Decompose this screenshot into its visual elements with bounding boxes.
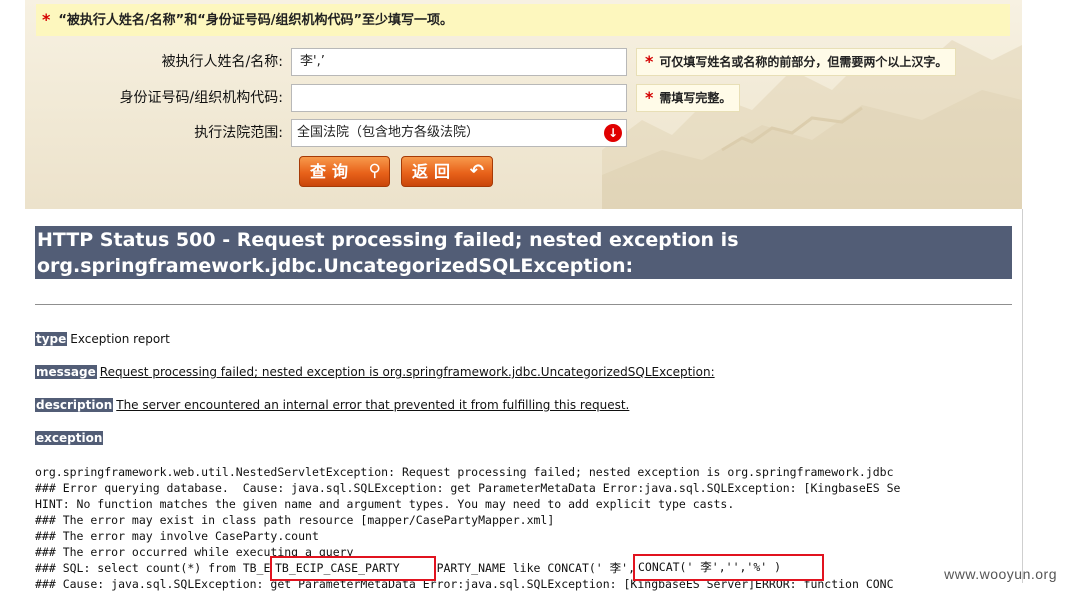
id-hint: * 需填写完整。 (636, 84, 741, 112)
required-star-icon: * (42, 10, 51, 29)
trace-line: HINT: No function matches the given name… (35, 497, 735, 511)
description-tag: description (35, 398, 114, 412)
back-button-label: 返回 (412, 162, 457, 181)
search-form-panel: * “被执行人姓名/名称”和“身份证号码/组织机构代码”至少填写一项。 被执行人姓… (25, 0, 1022, 209)
court-select-value: 全国法院（包含地方各级法院） (297, 125, 480, 140)
return-arrow-icon: ↶ (469, 161, 484, 181)
trace-line: ### The error occurred while executing a… (35, 545, 354, 559)
trace-line: org.springframework.web.util.NestedServl… (35, 465, 894, 479)
required-notice-bar: * “被执行人姓名/名称”和“身份证号码/组织机构代码”至少填写一项。 (36, 4, 1010, 36)
required-notice-text: “被执行人姓名/名称”和“身份证号码/组织机构代码”至少填写一项。 (58, 13, 454, 28)
trace-line: ### The error may involve CaseParty.coun… (35, 529, 319, 543)
required-star-icon: * (645, 52, 654, 71)
type-tag: type (35, 332, 68, 346)
message-row: message Request processing failed; nested… (35, 365, 715, 380)
watermark: www.wooyun.org (944, 566, 1057, 582)
name-hint-text: 可仅填写姓名或名称的前部分，但需要两个以上汉字。 (659, 55, 948, 69)
error-title: HTTP Status 500 - Request processing fai… (35, 226, 1012, 279)
exception-tag: exception (35, 431, 104, 445)
exception-row: exception (35, 431, 106, 446)
id-label: 身份证号码/组织机构代码: (119, 90, 283, 106)
stack-trace: org.springframework.web.util.NestedServl… (35, 464, 1025, 592)
id-input[interactable] (291, 84, 627, 112)
type-text: Exception report (70, 332, 170, 346)
required-star-icon: * (645, 88, 654, 107)
message-text: Request processing failed; nested except… (99, 365, 715, 379)
back-button[interactable]: 返回 ↶ (401, 156, 493, 187)
error-title-line-1: HTTP Status 500 - Request processing fai… (37, 229, 739, 251)
description-row: description The server encountered an int… (35, 398, 629, 413)
trace-line: ### Error querying database. Cause: java… (35, 481, 901, 495)
trace-line: ### The error may exist in class path re… (35, 513, 555, 527)
search-button-label: 查询 (310, 162, 355, 181)
message-tag: message (35, 365, 97, 379)
name-hint: * 可仅填写姓名或名称的前部分，但需要两个以上汉字。 (636, 48, 957, 76)
magnifier-icon: ⚲ (368, 161, 381, 181)
name-input[interactable]: 李',’ (291, 48, 627, 76)
search-button[interactable]: 查询 ⚲ (299, 156, 390, 187)
trace-line: ### SQL: select count(*) from TB_ECIP_CA… (35, 561, 691, 575)
name-label: 被执行人姓名/名称: (161, 54, 283, 70)
court-label: 执行法院范围: (194, 125, 283, 141)
id-hint-text: 需填写完整。 (659, 91, 732, 105)
description-text: The server encountered an internal error… (116, 398, 630, 412)
trace-line: ### Cause: java.sql.SQLException: get Pa… (35, 577, 894, 591)
dropdown-arrow-icon[interactable]: ↓ (604, 124, 622, 142)
court-select[interactable]: 全国法院（包含地方各级法院） ↓ (291, 119, 627, 147)
type-row: type Exception report (35, 332, 170, 347)
error-title-line-2: org.springframework.jdbc.UncategorizedSQ… (37, 255, 634, 277)
divider (35, 304, 1012, 305)
